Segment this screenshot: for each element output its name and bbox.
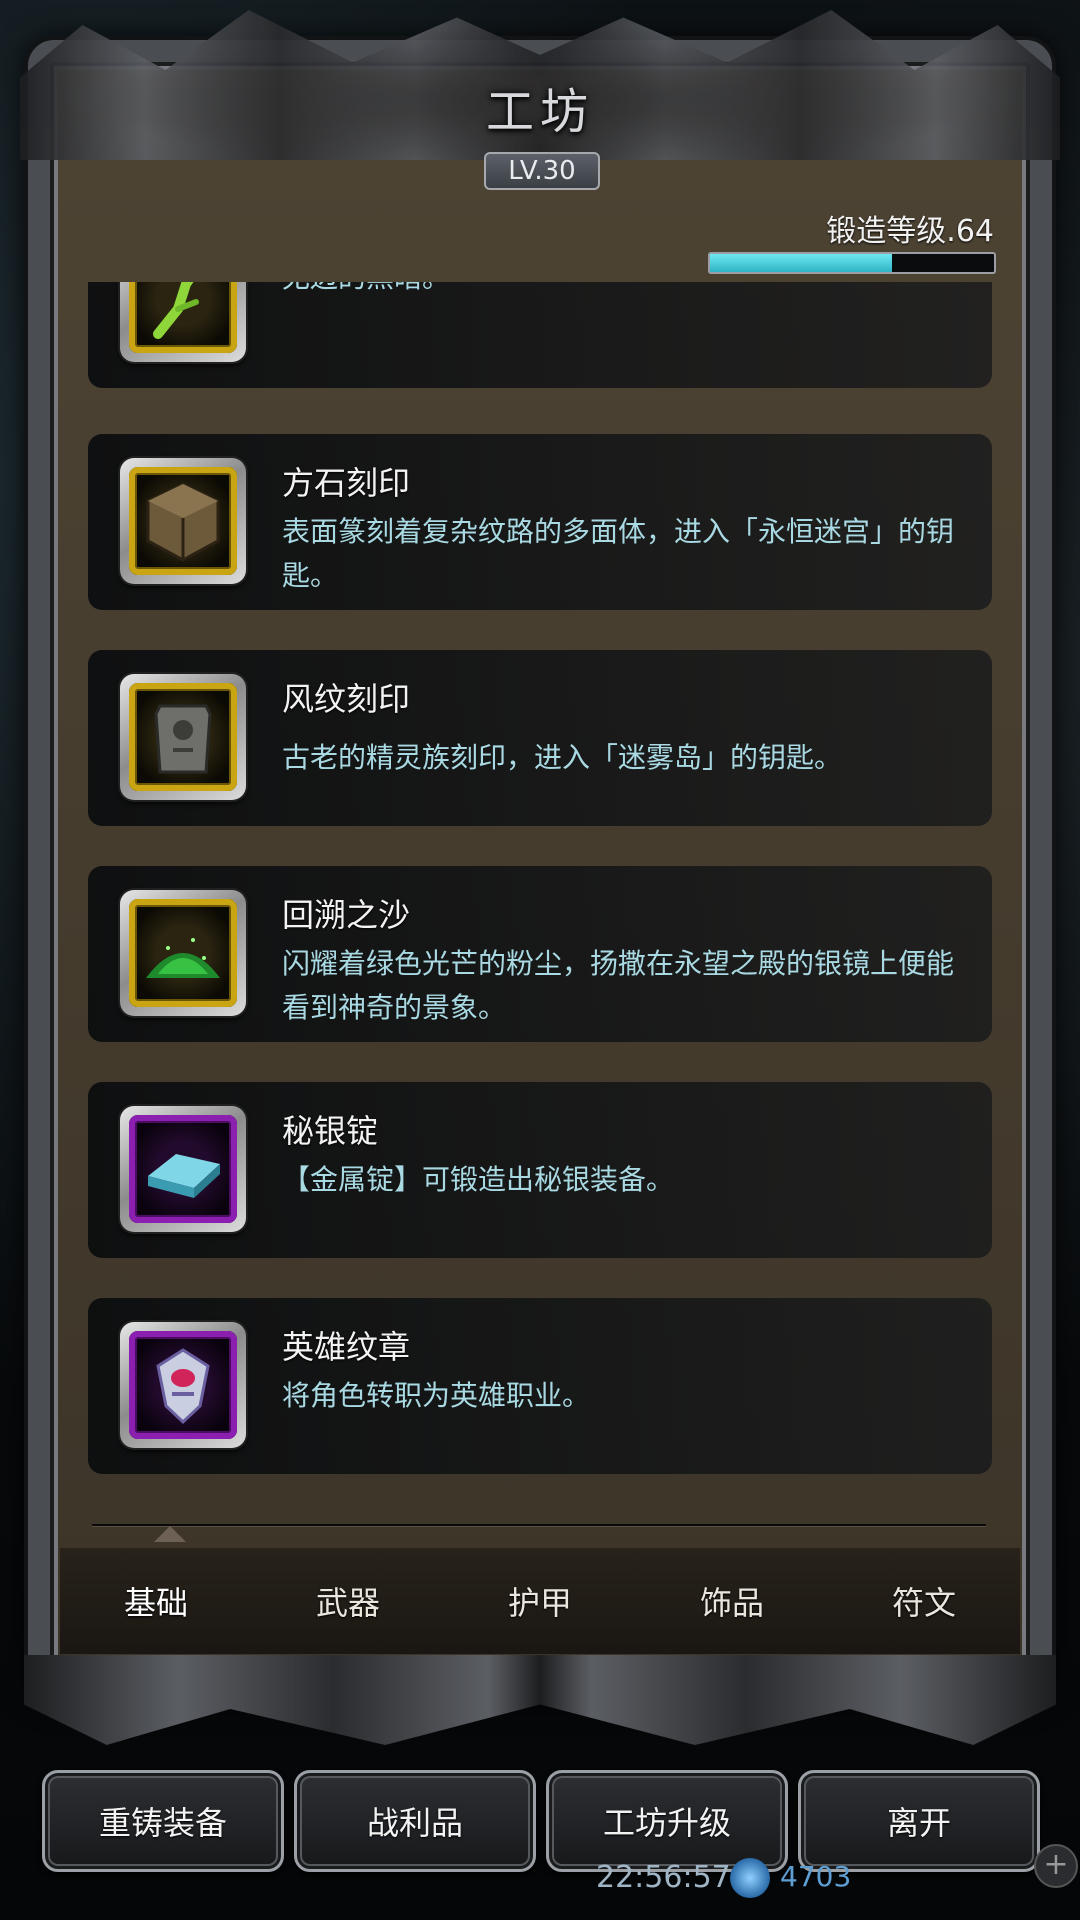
item-name: 方石刻印 (282, 464, 411, 502)
list-item[interactable]: 英雄纹章 将角色转职为英雄职业。 (88, 1298, 992, 1474)
item-description: 树枝的尖端被施加了神圣的力量，发出的光芒可以驱散无边的黑暗。 (282, 282, 972, 300)
item-icon-frame (120, 282, 246, 362)
list-item[interactable]: 方石刻印 表面篆刻着复杂纹路的多面体，进入「永恒迷宫」的钥匙。 (88, 434, 992, 610)
level-badge: LV.30 (484, 152, 600, 190)
plus-icon[interactable]: + (1034, 1844, 1078, 1888)
glowing-branch-icon (129, 282, 237, 353)
clock-time: 22:56:57 (596, 1860, 731, 1895)
list-item[interactable]: 回溯之沙 闪耀着绿色光芒的粉尘，扬撒在永望之殿的银镜上便能看到神奇的景象。 (88, 866, 992, 1042)
item-icon-frame (120, 1322, 246, 1448)
item-icon-frame (120, 1106, 246, 1232)
leave-button[interactable]: 离开 (798, 1770, 1040, 1872)
forge-progress-fill (710, 254, 892, 272)
active-tab-indicator-icon (154, 1526, 186, 1542)
item-description: 将角色转职为英雄职业。 (282, 1379, 591, 1412)
gem-count: 4703 (780, 1860, 852, 1893)
forge-level-label: 锻造等级.64 (826, 214, 994, 249)
item-list[interactable]: 树枝的尖端被施加了神圣的力量，发出的光芒可以驱散无边的黑暗。 方石刻印 表面篆刻… (88, 282, 992, 1522)
item-name: 回溯之沙 (282, 896, 411, 934)
tablet-icon (129, 683, 237, 791)
item-description: 古老的精灵族刻印，进入「迷雾岛」的钥匙。 (282, 741, 843, 774)
item-name: 英雄纹章 (282, 1328, 411, 1366)
item-description: 闪耀着绿色光芒的粉尘，扬撒在永望之殿的银镜上便能看到神奇的景象。 (282, 947, 955, 1024)
tabs-divider (92, 1524, 986, 1526)
stone-cube-icon (129, 467, 237, 575)
item-name: 风纹刻印 (282, 680, 411, 718)
tab-basic[interactable]: 基础 (60, 1548, 252, 1654)
gem-icon (730, 1858, 770, 1898)
hero-crest-icon (129, 1331, 237, 1439)
category-tabs: 基础 武器 护甲 饰品 符文 (60, 1548, 1020, 1654)
tab-armor[interactable]: 护甲 (444, 1548, 636, 1654)
loot-button[interactable]: 战利品 (294, 1770, 536, 1872)
upgrade-workshop-button[interactable]: 工坊升级 (546, 1770, 788, 1872)
mithril-ingot-icon (129, 1115, 237, 1223)
item-name: 秘银锭 (282, 1112, 379, 1150)
list-item[interactable]: 树枝的尖端被施加了神圣的力量，发出的光芒可以驱散无边的黑暗。 (88, 282, 992, 388)
tab-weapons[interactable]: 武器 (252, 1548, 444, 1654)
tab-accessories[interactable]: 饰品 (636, 1548, 828, 1654)
forge-progress-bar (708, 252, 996, 274)
item-description: 表面篆刻着复杂纹路的多面体，进入「永恒迷宫」的钥匙。 (282, 515, 955, 592)
item-icon-frame (120, 674, 246, 800)
page-title: 工坊 (485, 84, 594, 140)
bottom-button-bar: 重铸装备 战利品 工坊升级 离开 (40, 1770, 1040, 1872)
item-icon-frame (120, 890, 246, 1016)
item-icon-frame (120, 458, 246, 584)
green-sand-icon (129, 899, 237, 1007)
list-item[interactable]: 秘银锭 【金属锭】可锻造出秘银装备。 (88, 1082, 992, 1258)
item-description: 【金属锭】可锻造出秘银装备。 (282, 1163, 675, 1196)
tab-runes[interactable]: 符文 (828, 1548, 1020, 1654)
reforge-button[interactable]: 重铸装备 (42, 1770, 284, 1872)
list-item[interactable]: 风纹刻印 古老的精灵族刻印，进入「迷雾岛」的钥匙。 (88, 650, 992, 826)
